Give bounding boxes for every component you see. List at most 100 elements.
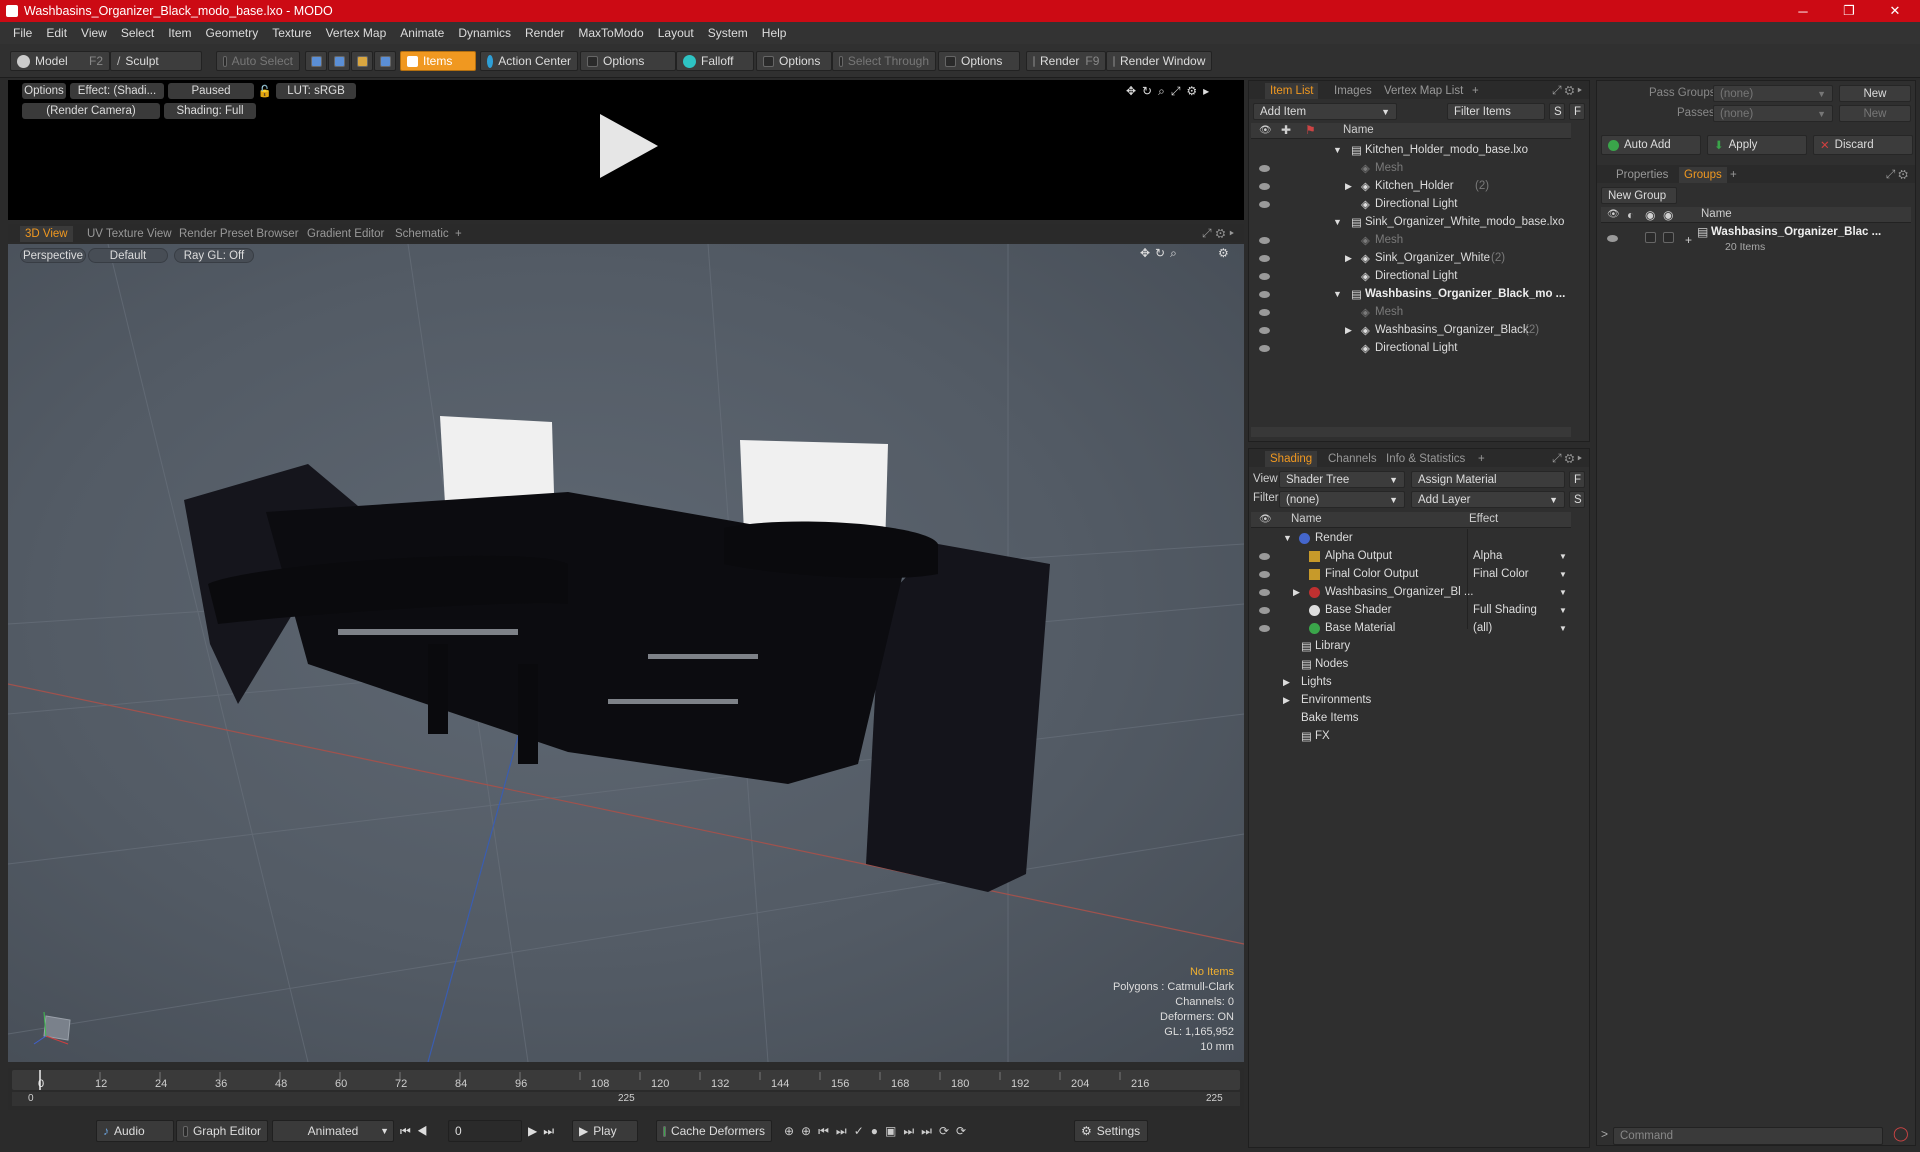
falloff-options-button[interactable]: Options [756,51,832,71]
auto-select-button[interactable]: Auto Select [216,51,300,71]
tab-uv-texture-view[interactable]: UV Texture View [82,226,177,242]
tab-3d-view[interactable]: 3D View [20,226,73,242]
item-list-scrollbar[interactable] [1251,427,1571,437]
shader-row-nodes[interactable]: ▤ Nodes [1251,655,1571,673]
menu-dynamics[interactable]: Dynamics [451,26,518,40]
eye-icon[interactable] [1259,272,1270,280]
viewport-panel-icons[interactable]: ⤢⚙▸ [1202,226,1238,241]
shader-effect[interactable]: (all) [1473,622,1492,634]
shader-effect[interactable]: Full Shading [1473,604,1537,616]
chevron-down-icon[interactable]: ▼ [1559,552,1567,561]
items-mode-button[interactable]: Items [400,51,476,71]
materials-mode-button[interactable] [374,51,396,71]
perspective-dropdown[interactable]: Perspective [20,248,86,263]
shader-row-fx[interactable]: ▤ FX [1251,727,1571,745]
tab-info-statistics[interactable]: Info & Statistics [1381,451,1470,467]
tree-row-mesh[interactable]: ◈ Mesh [1251,231,1571,249]
tab-channels[interactable]: Channels [1323,451,1382,467]
cache-deformers-button[interactable]: Cache Deformers [656,1120,772,1142]
shader-row-render[interactable]: ▼ Render [1251,529,1571,547]
menu-item[interactable]: Item [161,26,198,40]
add-layer-dropdown[interactable]: Add Layer ▼ [1411,491,1565,508]
chevron-down-icon[interactable]: ▼ [1559,570,1567,579]
menu-view[interactable]: View [74,26,114,40]
chevron-down-icon[interactable]: ▼ [1559,588,1567,597]
shader-effect[interactable]: Alpha [1473,550,1502,562]
tree-row-group[interactable]: ▶ ◈ Kitchen_Holder (2) [1251,177,1571,195]
tab-gradient-editor[interactable]: Gradient Editor [302,226,389,242]
eye-icon[interactable] [1607,235,1618,242]
eye-icon[interactable] [1259,344,1270,352]
tab-shading[interactable]: Shading [1265,451,1318,467]
eye-icon[interactable] [1259,570,1270,578]
tree-row-mesh[interactable]: ◈ Mesh [1251,159,1571,177]
viewport-nav-icons[interactable]: ✥↻⌕ [1140,246,1182,261]
select-options-button[interactable]: Options [938,51,1020,71]
expand-icon[interactable]: ▶ [1345,181,1352,192]
preview-camera-dropdown[interactable]: (Render Camera) [22,103,160,119]
default-style-dropdown[interactable]: Default [88,248,168,263]
tree-row-group[interactable]: ▶ ◈ Sink_Organizer_White (2) [1251,249,1571,267]
preview-nav-icons[interactable]: ✥↻⌕⤢⚙▸ [1126,84,1215,99]
shader-row-material-group[interactable]: ▶ Washbasins_Organizer_Bl ... ▼ [1251,583,1571,601]
eye-icon[interactable] [1259,624,1270,632]
model-mode-button[interactable]: Model F2 [10,51,110,71]
expand-icon[interactable]: ▼ [1333,145,1342,155]
tree-row-kitchen-scene[interactable]: ▼ ▤ Kitchen_Holder_modo_base.lxo [1251,141,1571,159]
menu-layout[interactable]: Layout [651,26,701,40]
new-group-button[interactable]: New Group [1601,187,1677,204]
tab-groups[interactable]: Groups [1679,167,1727,183]
filter-items-field[interactable]: Filter Items [1447,103,1545,120]
add-tab-button[interactable]: + [450,226,467,242]
tab-vertex-map-list[interactable]: Vertex Map List [1379,83,1468,99]
shader-effect[interactable]: Final Color [1473,568,1529,580]
tab-schematic[interactable]: Schematic [390,226,454,242]
preview-paused-button[interactable]: Paused [168,83,254,99]
pass-groups-dropdown[interactable]: (none) ▼ [1713,85,1833,102]
eye-icon[interactable] [1259,182,1270,190]
tab-images[interactable]: Images [1329,83,1377,99]
shader-row-library[interactable]: ▤ Library [1251,637,1571,655]
animated-dropdown[interactable]: Animated ▼ [272,1120,394,1142]
render-window-button[interactable]: Render Window [1106,51,1212,71]
action-center-options-button[interactable]: Options [580,51,676,71]
lock-checkbox[interactable] [1645,232,1656,243]
expand-icon[interactable]: ▼ [1333,289,1342,299]
play-button[interactable]: ▶ Play [572,1120,638,1142]
add-tab-button[interactable]: + [1473,451,1490,467]
shader-row-base-material[interactable]: Base Material (all) ▼ [1251,619,1571,637]
new-pass-group-button[interactable]: New [1839,85,1911,102]
key-tool-icons[interactable]: ⊕⊕⏮⏭✓●▣⏭⏭⟳⟳ [784,1124,973,1139]
render-button[interactable]: Render F9 [1026,51,1106,71]
shader-row-base-shader[interactable]: Base Shader Full Shading ▼ [1251,601,1571,619]
expand-icon[interactable]: ▶ [1345,325,1352,336]
audio-button[interactable]: ♪ Audio [96,1120,174,1142]
preview-options-button[interactable]: Options [22,83,66,99]
tree-row-sink-scene[interactable]: ▼ ▤ Sink_Organizer_White_modo_base.lxo [1251,213,1571,231]
panel-options-icons[interactable]: ⤢⚙▸ [1552,83,1585,98]
shader-row-final-color[interactable]: Final Color Output Final Color ▼ [1251,565,1571,583]
skip-forward-icons[interactable]: ▶⏭ [528,1124,560,1139]
eye-icon[interactable] [1259,236,1270,244]
3d-viewport[interactable]: Perspective Default Ray GL: Off ✥↻⌕ ⚙ No… [8,244,1244,1062]
frame-field[interactable]: 0 [448,1120,522,1142]
minimize-button[interactable]: ─ [1780,0,1826,22]
polygons-mode-button[interactable] [351,51,373,71]
menu-texture[interactable]: Texture [265,26,318,40]
shader-row-alpha-output[interactable]: Alpha Output Alpha ▼ [1251,547,1571,565]
graph-editor-button[interactable]: Graph Editor [176,1120,268,1142]
expand-icon[interactable]: ▶ [1345,253,1352,264]
assign-material-button[interactable]: Assign Material [1411,471,1565,488]
tree-row-light[interactable]: ◈ Directional Light [1251,267,1571,285]
tree-row-group[interactable]: ▶ ◈ Washbasins_Organizer_Black (2) [1251,321,1571,339]
expand-icon[interactable]: ▶ [1293,587,1300,598]
sculpt-mode-button[interactable]: / Sculpt [110,51,202,71]
auto-add-button[interactable]: Auto Add [1601,135,1701,155]
menu-geometry[interactable]: Geometry [199,26,266,40]
preview-shading-dropdown[interactable]: Shading: Full [164,103,256,119]
preview-lut-dropdown[interactable]: LUT: sRGB [276,83,356,99]
eye-icon[interactable] [1259,552,1270,560]
eye-icon[interactable] [1259,164,1270,172]
select-checkbox[interactable] [1663,232,1674,243]
timeline[interactable]: 0 12 24 36 48 60 72 84 96 108 120 132 14… [8,1068,1244,1110]
